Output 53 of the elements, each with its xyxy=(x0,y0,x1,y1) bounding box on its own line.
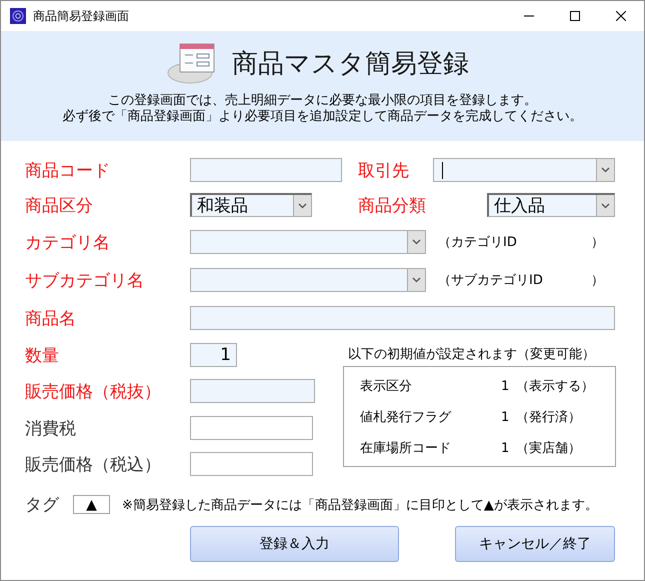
description-text: この登録画面では、売上明細データに必要な最小限の項目を登録します。 xyxy=(108,93,537,109)
setting-label: 値札発行フラグ xyxy=(360,409,452,426)
dropdown-field[interactable] xyxy=(190,268,426,292)
chevron-down-icon[interactable] xyxy=(601,202,610,208)
dropdown-field[interactable] xyxy=(190,230,426,254)
dropdown-field[interactable] xyxy=(433,158,615,182)
setting-label: 表示区分 xyxy=(360,378,413,395)
setting-description: （表示する） xyxy=(516,378,594,395)
field-label: 消費税 xyxy=(25,418,77,440)
field-label: 商品分類 xyxy=(358,194,427,216)
chevron-down-icon[interactable] xyxy=(412,277,421,283)
input-field[interactable] xyxy=(190,379,315,403)
input-field[interactable] xyxy=(190,452,313,476)
window-title: 商品簡易登録画面 xyxy=(33,8,130,24)
setting-value: 1 xyxy=(501,410,510,424)
input-field[interactable] xyxy=(190,158,342,182)
field-label: 商品名 xyxy=(25,308,77,330)
field-label: 取引先 xyxy=(358,160,410,182)
id-label: （カテゴリID xyxy=(438,234,518,251)
close-icon[interactable] xyxy=(616,11,626,21)
dropdown-field[interactable]: 仕入品 xyxy=(487,193,615,217)
setting-value: 1 xyxy=(501,440,510,456)
maximize-icon[interactable] xyxy=(570,11,580,21)
setting-value: 1 xyxy=(501,378,510,394)
setting-description: （実店舗） xyxy=(516,440,581,457)
dropdown-field[interactable]: 和装品 xyxy=(190,193,312,217)
id-label: （サブカテゴリID xyxy=(438,272,544,289)
app-icon xyxy=(10,8,26,24)
field-label: 数量 xyxy=(25,344,60,366)
cancel-button[interactable]: キャンセル／終了 xyxy=(455,526,615,562)
input-field[interactable] xyxy=(190,306,615,330)
field-label: 販売価格（税込） xyxy=(25,454,162,476)
tag-field[interactable]: ▲ xyxy=(73,495,110,514)
field-label: カテゴリ名 xyxy=(25,232,111,254)
setting-description: （発行済） xyxy=(516,409,581,426)
chevron-down-icon[interactable] xyxy=(412,239,421,245)
chevron-down-icon[interactable] xyxy=(601,167,610,173)
field-label: サブカテゴリ名 xyxy=(25,270,145,292)
page-title: 商品マスタ簡易登録 xyxy=(232,48,469,80)
paren-text: ） xyxy=(591,272,604,289)
input-field[interactable]: 1 xyxy=(190,343,237,367)
paren-text: ） xyxy=(591,234,604,251)
field-label: 商品区分 xyxy=(25,194,94,216)
tag-label: タグ xyxy=(25,494,59,516)
defaults-note: 以下の初期値が設定されます（変更可能） xyxy=(348,346,596,363)
register-button[interactable]: 登録＆入力 xyxy=(190,526,399,562)
field-label: 商品コード xyxy=(25,160,111,182)
setting-label: 在庫場所コード xyxy=(360,440,452,457)
field-label: 販売価格（税抜） xyxy=(25,380,162,402)
input-field[interactable] xyxy=(190,416,313,440)
chevron-down-icon[interactable] xyxy=(298,202,307,208)
description-text: 必ず後で「商品登録画面」より必要項目を追加設定して商品データを完成してください。 xyxy=(62,109,582,125)
tag-note: ※簡易登録した商品データには「商品登録画面」に目印として▲が表示されます。 xyxy=(122,496,598,514)
